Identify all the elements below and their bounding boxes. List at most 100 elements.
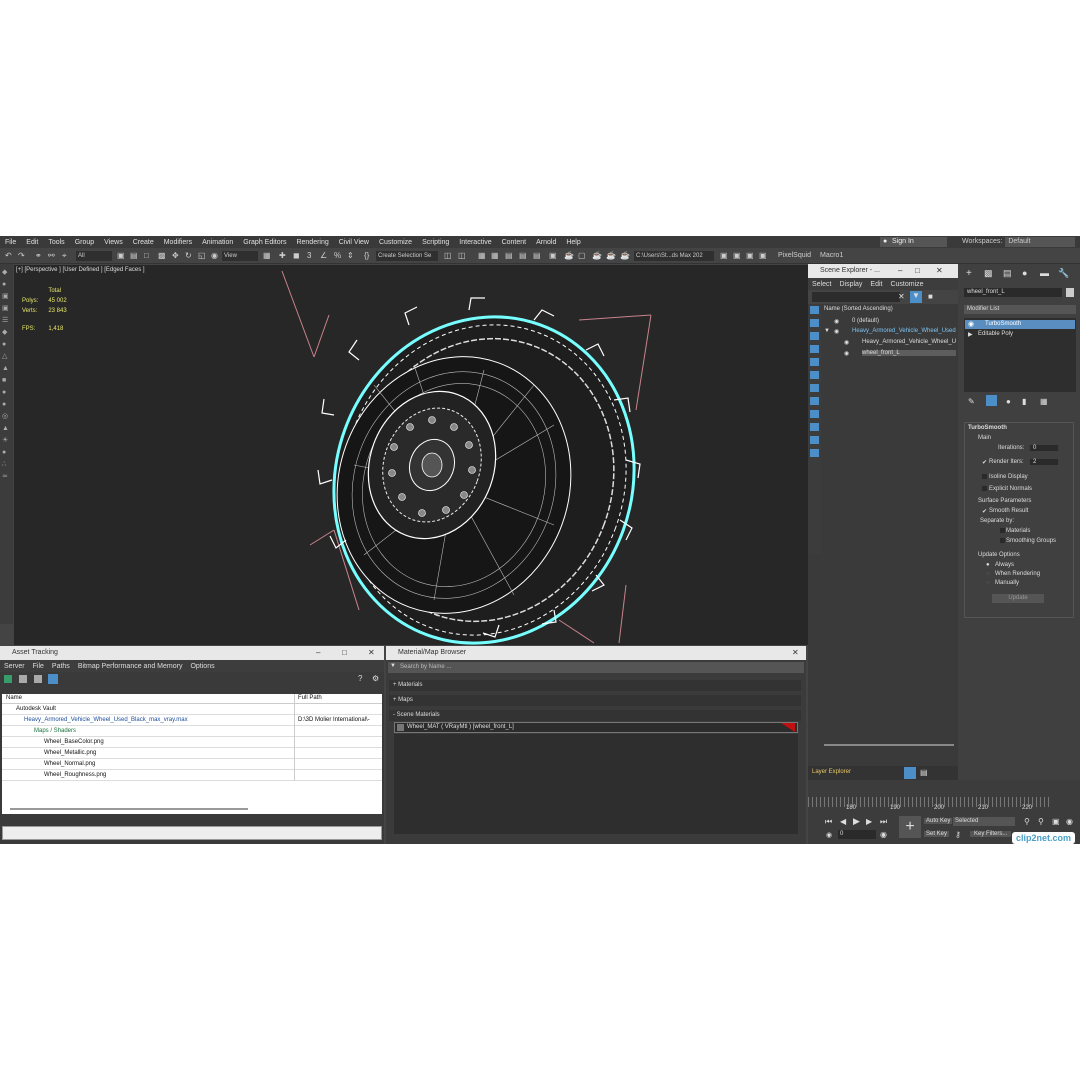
redo-icon[interactable]: ↷ (18, 251, 25, 261)
se-item-vehicle-wheel-group[interactable]: Heavy_Armored_Vehicle_Wheel_Used (852, 328, 956, 334)
percent-snap-icon[interactable]: % (334, 251, 341, 261)
material-search-input[interactable]: Search by Name ... (388, 662, 804, 673)
expand-icon[interactable]: ▶ (968, 331, 973, 338)
group-materials[interactable]: + Materials (389, 680, 801, 691)
toggle-ribbon-icon[interactable]: ▤ (505, 251, 513, 261)
table-row[interactable]: Wheel_Roughness.png (2, 770, 382, 781)
eye-icon[interactable]: ◉ (834, 328, 839, 335)
search-options-icon[interactable]: ▼ (390, 663, 396, 669)
material-item-wheel-mat[interactable]: Wheel_MAT ( VRayMtl ) [wheel_front_L] (394, 722, 798, 733)
shape-icon[interactable]: △ (2, 353, 11, 360)
menu-civil-view[interactable]: Civil View (334, 239, 374, 246)
perspective-viewport[interactable]: [+] [Perspective ] [User Defined ] [Edge… (14, 265, 808, 645)
close-icon[interactable]: ✕ (792, 646, 799, 660)
schematic-view-icon[interactable]: ▤ (533, 251, 541, 261)
geometry-filter-icon[interactable] (810, 306, 819, 314)
menu-create[interactable]: Create (128, 239, 159, 246)
undo-icon[interactable]: ↶ (5, 251, 12, 261)
lights-filter-icon[interactable] (810, 332, 819, 340)
project-path-dropdown[interactable]: C:\Users\St...ds Max 202 (634, 251, 714, 261)
render-iters-spinner[interactable]: 2 (1030, 459, 1058, 465)
groups-filter-icon[interactable] (810, 384, 819, 392)
project-icon[interactable]: ▣ (746, 251, 754, 261)
region-select-icon[interactable]: □ (144, 251, 149, 261)
move-icon[interactable]: ✥ (172, 251, 179, 261)
eye-icon[interactable]: ◉ (844, 339, 849, 346)
group-scene-materials[interactable]: - Scene Materials (389, 710, 801, 721)
window-crossing-icon[interactable]: ▩ (158, 251, 166, 261)
key-filters-button[interactable]: Key Filters... (970, 831, 1012, 837)
close-icon[interactable]: ✕ (368, 646, 375, 660)
menu-file[interactable]: File (0, 239, 21, 246)
auto-key-button[interactable]: Auto Key (924, 818, 953, 824)
snaps-icon[interactable]: 3 (307, 251, 311, 261)
at-menu-file[interactable]: File (29, 663, 48, 670)
render-active-icon[interactable]: ☕ (620, 251, 630, 261)
maximize-icon[interactable]: □ (915, 264, 920, 278)
se-menu-customize[interactable]: Customize (886, 281, 927, 288)
key-set-dropdown[interactable]: Selected (953, 817, 1015, 826)
angle-snap-icon[interactable]: ∠ (320, 251, 327, 261)
reference-coordinate-dropdown[interactable]: View (222, 251, 258, 261)
table-row[interactable]: Autodesk Vault (2, 704, 382, 715)
select-by-name-icon[interactable]: ▤ (130, 251, 138, 261)
configure-sets-icon[interactable]: ▦ (1040, 397, 1048, 406)
menu-interactive[interactable]: Interactive (454, 239, 496, 246)
render-iters-checkbox[interactable]: ✔ (982, 459, 987, 466)
minimize-icon[interactable]: – (316, 646, 320, 660)
menu-edit[interactable]: Edit (21, 239, 43, 246)
object-name-field[interactable]: wheel_front_L (964, 288, 1062, 297)
frozen-filter-icon[interactable] (810, 436, 819, 444)
create-tab-icon[interactable]: + (966, 268, 972, 279)
maximize-icon[interactable]: □ (342, 646, 347, 660)
menu-views[interactable]: Views (99, 239, 128, 246)
at-status-field[interactable] (2, 826, 382, 840)
menu-animation[interactable]: Animation (197, 239, 238, 246)
table-view-icon[interactable] (48, 674, 58, 684)
object-icon[interactable]: ■ (2, 377, 11, 384)
named-selection-dropdown[interactable]: Create Selection Se (376, 251, 438, 261)
pixelsquid-tab[interactable]: PixelSquid (778, 251, 811, 261)
layers-icon[interactable] (904, 767, 916, 779)
menu-tools[interactable]: Tools (43, 239, 69, 246)
menu-rendering[interactable]: Rendering (291, 239, 333, 246)
camera-icon[interactable]: ● (2, 341, 11, 348)
selection-filter-dropdown[interactable]: All (76, 251, 112, 261)
se-item-vehicle-wheel-object[interactable]: Heavy_Armored_Vehicle_Wheel_U (862, 339, 956, 345)
bend-icon[interactable]: ≃ (2, 473, 11, 480)
iterations-spinner[interactable]: 0 (1030, 445, 1058, 451)
modify-tab-icon[interactable]: ▩ (984, 268, 993, 279)
explicit-normals-checkbox[interactable] (982, 486, 987, 491)
rollout-title[interactable]: TurboSmooth (968, 425, 1007, 431)
layer-explorer-label[interactable]: Layer Explorer (812, 769, 851, 775)
clear-search-icon[interactable]: ✕ (898, 292, 905, 301)
cone-icon[interactable]: ▲ (2, 425, 11, 432)
current-frame-field[interactable]: 0 (838, 830, 876, 839)
at-menu-options[interactable]: Options (186, 663, 218, 670)
spacewarps-filter-icon[interactable] (810, 371, 819, 379)
helper-icon[interactable]: ▲ (2, 365, 11, 372)
pin-stack-icon[interactable]: ✎ (968, 397, 975, 406)
light-icon[interactable]: ◆ (2, 329, 11, 336)
table-row[interactable]: Heavy_Armored_Vehicle_Wheel_Used_Black_m… (2, 715, 382, 726)
play-icon[interactable]: ▶ (853, 816, 860, 827)
link-icon[interactable]: ⚭ (35, 251, 42, 261)
set-key-big-icon[interactable]: + (899, 816, 921, 838)
workspaces-dropdown[interactable]: Default (1005, 237, 1076, 247)
material-editor-icon[interactable]: ▣ (549, 251, 557, 261)
menu-scripting[interactable]: Scripting (417, 239, 454, 246)
eye-icon[interactable]: ◉ (834, 318, 839, 325)
rendered-frame-icon[interactable]: ▢ (578, 251, 586, 261)
menu-content[interactable]: Content (497, 239, 532, 246)
xrefs-filter-icon[interactable] (810, 397, 819, 405)
wheel-wireframe-model[interactable] (14, 265, 808, 645)
particles-icon[interactable]: ∴ (2, 461, 11, 468)
extra-icon[interactable]: ▣ (759, 251, 767, 261)
se-item-default-layer[interactable]: 0 (default) (852, 318, 879, 324)
motion-tab-icon[interactable]: ● (1022, 268, 1027, 278)
select-object-icon[interactable]: ▣ (117, 251, 125, 261)
make-unique-icon[interactable]: ● (1006, 397, 1011, 406)
object-color-swatch[interactable] (1066, 288, 1074, 297)
lock-icon[interactable]: ■ (928, 292, 933, 301)
vault-icon[interactable] (4, 675, 12, 683)
